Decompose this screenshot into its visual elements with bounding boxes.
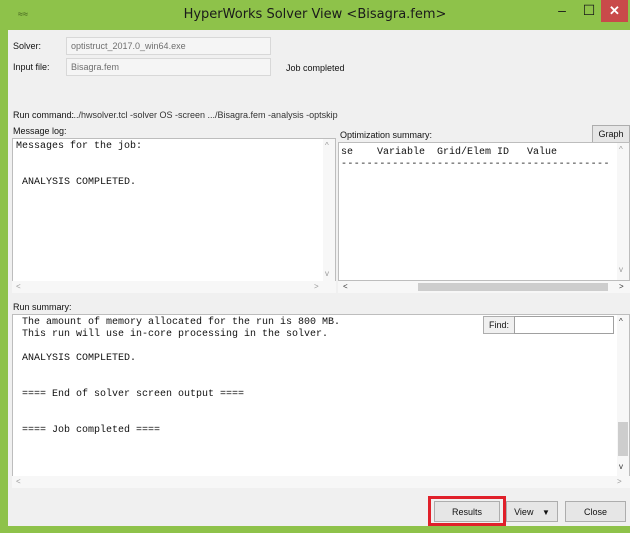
summary-line: ==== End of solver screen output ==== (16, 389, 245, 400)
scroll-down-icon[interactable]: v (325, 269, 329, 279)
run-command-value: .../hwsolver.tcl -solver OS -screen .../… (71, 110, 338, 120)
scroll-right-icon[interactable]: > (617, 477, 622, 487)
summary-line (16, 341, 340, 353)
summary-line: ==== Job completed ==== (16, 425, 161, 436)
scroll-up-icon[interactable]: ^ (619, 317, 623, 327)
optimization-hscroll[interactable]: < > (338, 281, 630, 293)
vscroll-thumb[interactable] (618, 422, 628, 456)
log-line: ANALYSIS COMPLETED. (16, 177, 137, 188)
message-log-text: Messages for the job: ANALYSIS COMPLETED… (16, 141, 142, 189)
run-summary-hscroll[interactable]: < > (12, 476, 630, 488)
scroll-down-icon[interactable]: v (619, 462, 623, 472)
scroll-down-icon[interactable]: v (619, 265, 623, 275)
view-label: View (514, 507, 534, 517)
input-file-label: Input file: (13, 62, 50, 72)
run-summary-label: Run summary: (13, 302, 72, 312)
summary-line: This run will use in-core processing in … (16, 329, 329, 340)
hscroll-thumb[interactable] (418, 283, 608, 291)
close-window-button[interactable]: ✕ (601, 0, 628, 22)
optimization-summary-label: Optimization summary: (340, 130, 433, 140)
solver-label: Solver: (13, 41, 42, 51)
window-title: HyperWorks Solver View <Bisagra.fem> (183, 7, 447, 22)
run-command-label: Run command: (13, 110, 75, 120)
scroll-up-icon[interactable]: ^ (619, 145, 623, 155)
scroll-left-icon[interactable]: < (16, 477, 21, 487)
graph-button[interactable]: Graph (592, 125, 630, 143)
summary-line (16, 401, 340, 413)
log-line: Messages for the job: (16, 141, 143, 152)
find-button[interactable]: Find: (483, 316, 515, 334)
scroll-left-icon[interactable]: < (16, 282, 21, 292)
summary-line (16, 377, 340, 389)
summary-line: The amount of memory allocated for the r… (16, 317, 341, 328)
summary-line (16, 413, 340, 425)
message-log-hscroll[interactable]: < > (12, 281, 336, 293)
scroll-up-icon[interactable]: ^ (325, 141, 329, 151)
maximize-button[interactable]: ☐ (576, 0, 602, 22)
message-log-vscroll[interactable]: ^ v (323, 139, 335, 284)
find-input[interactable] (514, 316, 614, 334)
summary-line (16, 365, 340, 377)
run-summary-vscroll[interactable]: ^ v (617, 315, 629, 476)
message-log-label: Message log: (13, 126, 67, 136)
input-file-field[interactable]: Bisagra.fem (66, 58, 271, 76)
job-status: Job completed (286, 63, 345, 73)
scroll-left-icon[interactable]: < (343, 282, 348, 292)
minimize-button[interactable]: – (548, 0, 576, 22)
chevron-down-icon: ▼ (541, 508, 550, 517)
close-button[interactable]: Close (565, 501, 626, 522)
message-log-panel[interactable]: Messages for the job: ANALYSIS COMPLETED… (12, 138, 336, 285)
run-summary-panel[interactable]: The amount of memory allocated for the r… (12, 314, 630, 477)
run-summary-text: The amount of memory allocated for the r… (16, 317, 340, 437)
title-bar[interactable]: ≈≈ HyperWorks Solver View <Bisagra.fem> … (0, 0, 630, 30)
scroll-right-icon[interactable]: > (314, 282, 319, 292)
summary-line: ANALYSIS COMPLETED. (16, 353, 137, 364)
scroll-right-icon[interactable]: > (619, 282, 624, 292)
view-menu-button[interactable]: View ▼ (506, 501, 558, 522)
optimization-vscroll[interactable]: ^ v (617, 143, 629, 280)
optimization-rule: ----------------------------------------… (341, 159, 610, 170)
solver-window: ≈≈ HyperWorks Solver View <Bisagra.fem> … (0, 0, 630, 533)
results-button[interactable]: Results (434, 501, 500, 522)
window-client: Solver: optistruct_2017.0_win64.exe Inpu… (8, 30, 630, 526)
optimization-header: se Variable Grid/Elem ID Value (341, 147, 558, 158)
optimization-summary-panel[interactable]: se Variable Grid/Elem ID Value ---------… (338, 142, 630, 281)
solver-field[interactable]: optistruct_2017.0_win64.exe (66, 37, 271, 55)
